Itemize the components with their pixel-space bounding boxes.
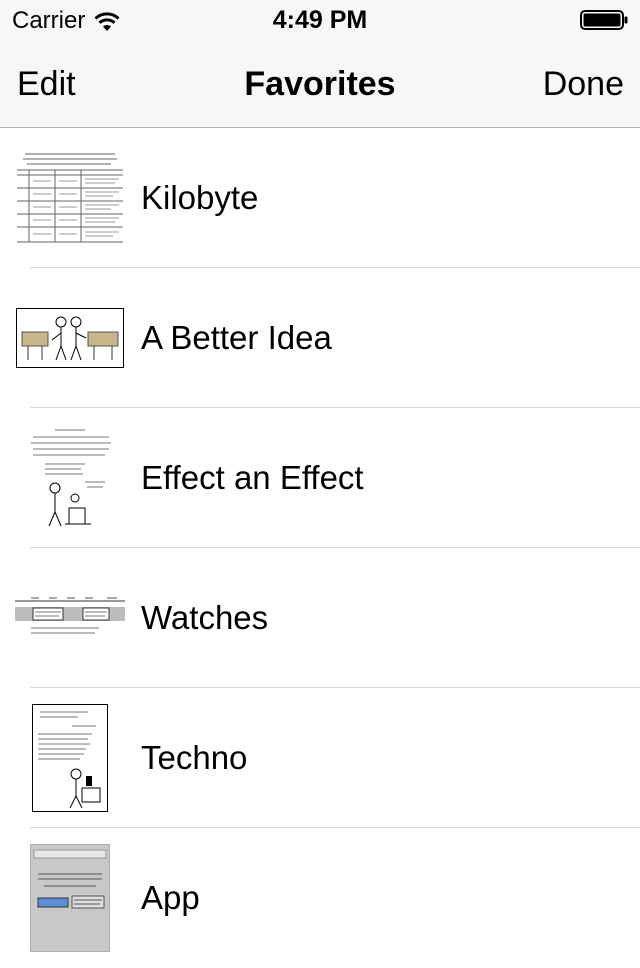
comic-thumbnail	[14, 128, 126, 268]
status-bar: Carrier 4:49 PM	[0, 0, 640, 40]
list-item[interactable]: App	[0, 828, 640, 968]
list-item-title: A Better Idea	[141, 319, 332, 356]
list-item[interactable]: Kilobyte	[0, 128, 640, 268]
comic-thumbnail	[14, 408, 126, 548]
techno-comic-image	[32, 704, 108, 812]
comic-thumbnail	[14, 828, 126, 968]
kilobyte-comic-image	[15, 148, 125, 248]
effect-an-effect-comic-image	[25, 424, 115, 532]
comic-thumbnail	[14, 268, 126, 408]
a-better-idea-comic-image	[16, 308, 124, 368]
battery-icon	[580, 10, 628, 30]
done-button[interactable]: Done	[543, 65, 624, 104]
comic-thumbnail	[14, 688, 126, 828]
list-item-title: Effect an Effect	[141, 459, 364, 496]
list-item[interactable]: Effect an Effect	[0, 408, 640, 548]
clock: 4:49 PM	[272, 6, 368, 34]
comic-thumbnail	[14, 548, 126, 688]
app-comic-image	[30, 844, 110, 952]
list-item-title: App	[141, 879, 200, 916]
list-item[interactable]: A Better Idea	[0, 268, 640, 408]
watches-comic-image	[15, 595, 125, 641]
navigation-bar: Edit Favorites Done	[0, 40, 640, 128]
list-item-title: Techno	[141, 739, 248, 776]
list-item-title: Kilobyte	[141, 179, 259, 216]
list-item[interactable]: Techno	[0, 688, 640, 828]
list-item[interactable]: Watches	[0, 548, 640, 688]
list-item-title: Watches	[141, 599, 269, 636]
favorites-list: Kilobyte A Better Idea Effect an Effect …	[0, 128, 640, 968]
